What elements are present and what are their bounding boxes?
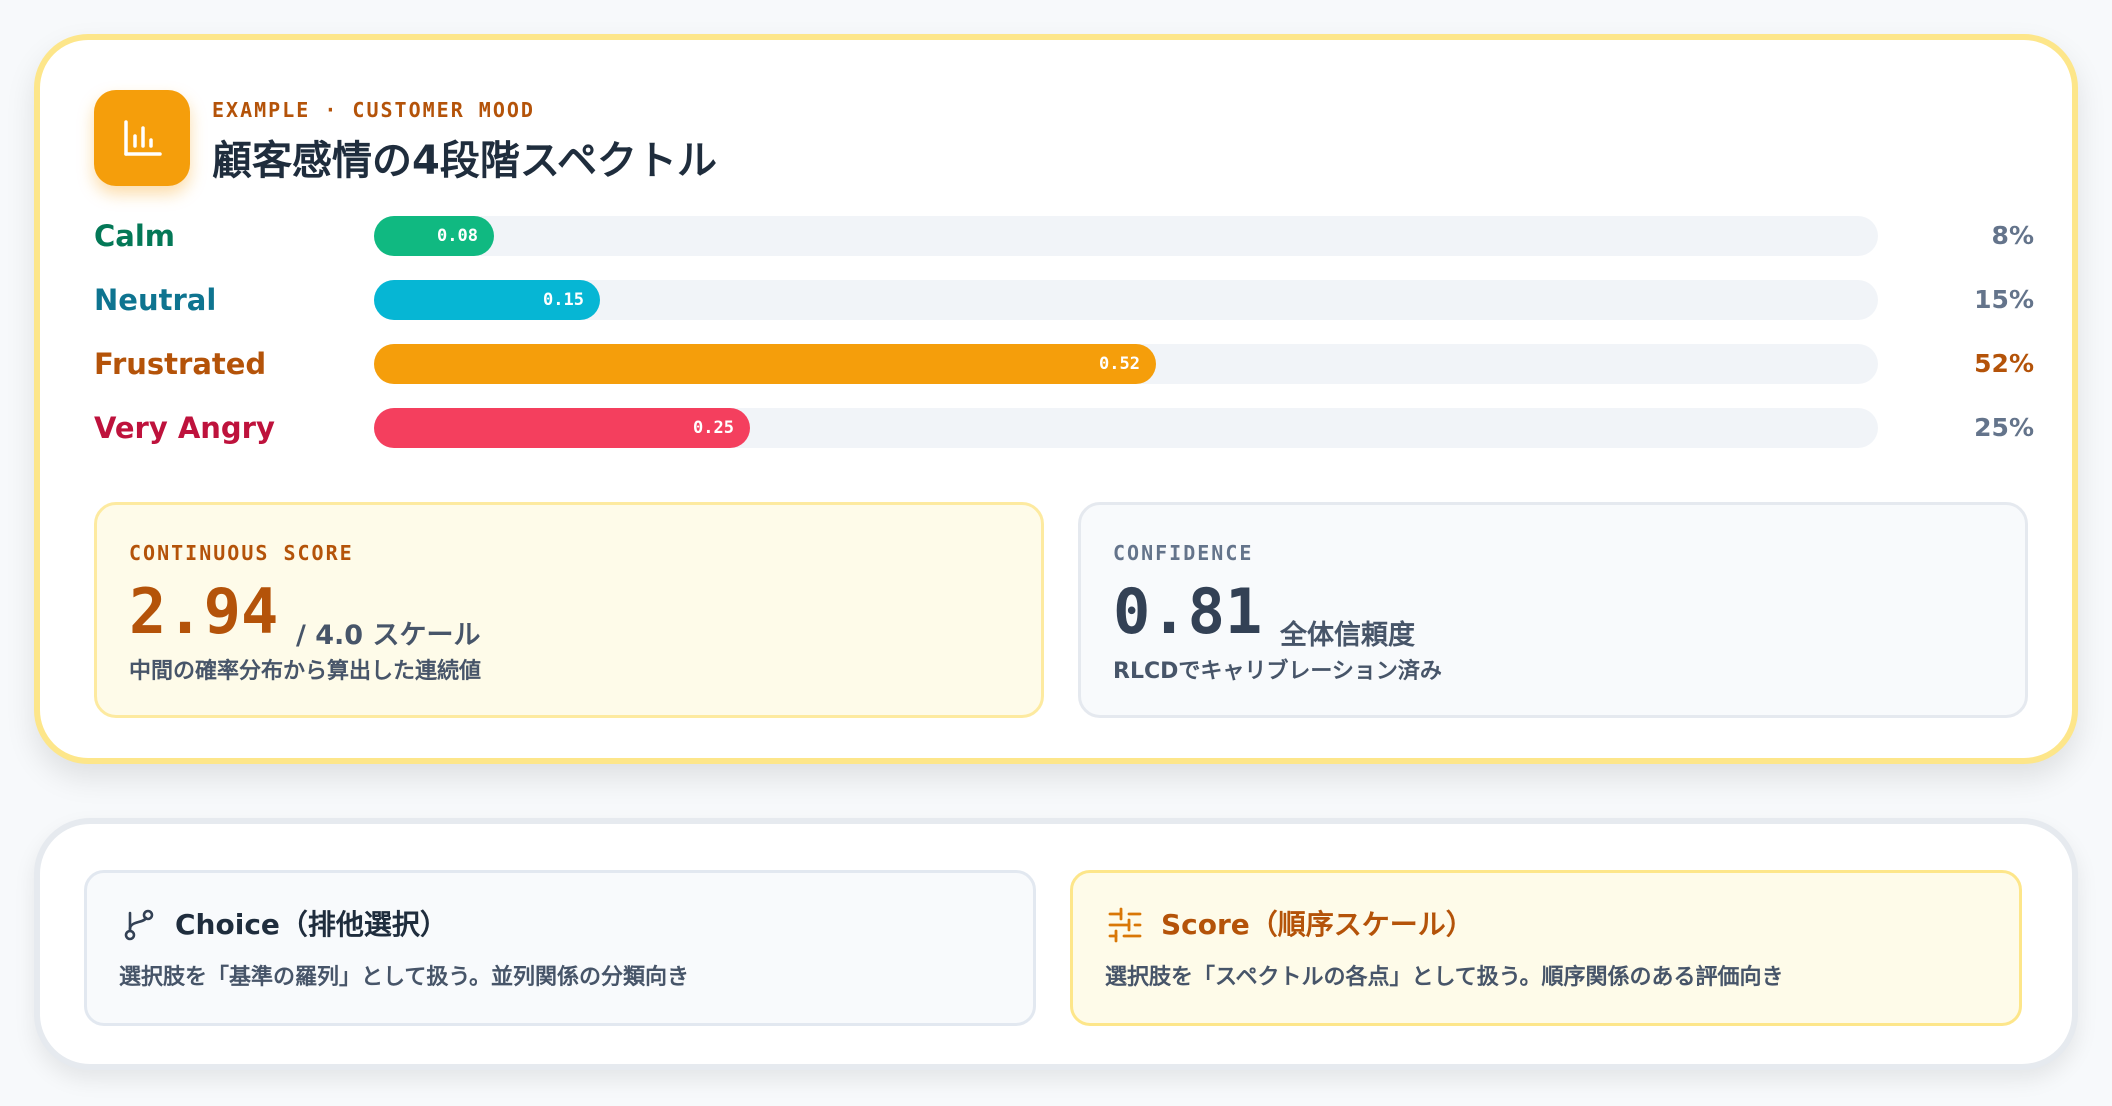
bar-percent-label: 8% xyxy=(1991,221,2034,250)
choice-mode-panel: Choice（排他選択） 選択肢を「基準の羅列」として扱う。並列関係の分類向き xyxy=(84,870,1036,1026)
score-unit: / 4.0 スケール xyxy=(296,620,481,651)
score-mode-title: Score（順序スケール） xyxy=(1161,908,1474,941)
mood-bar-chart: Calm 0.08 8% Neutral 0.15 15% Frustrated 0.52 52… xyxy=(94,216,2034,472)
bar-fill: 0.15 xyxy=(374,280,600,320)
score-mode-description: 選択肢を「スペクトルの各点」として扱う。順序関係のある評価向き xyxy=(1105,965,1784,990)
bar-value-label: 0.15 xyxy=(543,290,584,310)
mode-comparison-card: Choice（排他選択） 選択肢を「基準の羅列」として扱う。並列関係の分類向き … xyxy=(34,818,2078,1070)
bar-fill: 0.52 xyxy=(374,344,1156,384)
score-label: CONTINUOUS SCORE xyxy=(129,541,354,565)
bar-track: 0.52 xyxy=(374,344,1878,384)
bar-percent-label: 52% xyxy=(1974,349,2034,378)
bar-category-label: Very Angry xyxy=(94,411,275,445)
bar-track: 0.25 xyxy=(374,408,1878,448)
bar-row: Frustrated 0.52 52% xyxy=(94,344,2034,408)
bar-row: Neutral 0.15 15% xyxy=(94,280,2034,344)
eyebrow-label: EXAMPLE · CUSTOMER MOOD xyxy=(212,98,535,122)
bar-value-label: 0.52 xyxy=(1099,354,1140,374)
bar-value-label: 0.25 xyxy=(693,418,734,438)
confidence-unit: 全体信頼度 xyxy=(1280,620,1415,651)
bar-percent-label: 15% xyxy=(1974,285,2034,314)
bar-track: 0.08 xyxy=(374,216,1878,256)
bar-track: 0.15 xyxy=(374,280,1878,320)
score-value: 2.94 xyxy=(129,575,279,648)
score-mode-panel: Score（順序スケール） 選択肢を「スペクトルの各点」として扱う。順序関係のあ… xyxy=(1070,870,2022,1026)
branch-icon xyxy=(124,909,154,941)
continuous-score-panel: CONTINUOUS SCORE 2.94 / 4.0 スケール 中間の確率分布… xyxy=(94,502,1044,718)
bar-category-label: Neutral xyxy=(94,283,217,317)
bar-percent-label: 25% xyxy=(1974,413,2034,442)
confidence-value: 0.81 xyxy=(1113,575,1263,648)
bar-fill: 0.08 xyxy=(374,216,494,256)
bar-value-label: 0.08 xyxy=(437,226,478,246)
page-title: 顧客感情の4段階スペクトル xyxy=(212,138,718,184)
confidence-label: CONFIDENCE xyxy=(1113,541,1254,565)
bar-row: Calm 0.08 8% xyxy=(94,216,2034,280)
bar-category-label: Frustrated xyxy=(94,347,267,381)
score-description: 中間の確率分布から算出した連続値 xyxy=(129,659,482,684)
confidence-panel: CONFIDENCE 0.81 全体信頼度 RLCDでキャリブレーション済み xyxy=(1078,502,2028,718)
mood-spectrum-card: EXAMPLE · CUSTOMER MOOD 顧客感情の4段階スペクトル Ca… xyxy=(34,34,2078,764)
choice-mode-description: 選択肢を「基準の羅列」として扱う。並列関係の分類向き xyxy=(119,965,690,990)
choice-mode-title: Choice（排他選択） xyxy=(175,908,448,941)
confidence-description: RLCDでキャリブレーション済み xyxy=(1113,659,1442,684)
sliders-icon xyxy=(1108,907,1142,943)
bar-row: Very Angry 0.25 25% xyxy=(94,408,2034,472)
bar-category-label: Calm xyxy=(94,219,176,253)
bar-fill: 0.25 xyxy=(374,408,750,448)
bar-chart-icon xyxy=(94,90,190,186)
